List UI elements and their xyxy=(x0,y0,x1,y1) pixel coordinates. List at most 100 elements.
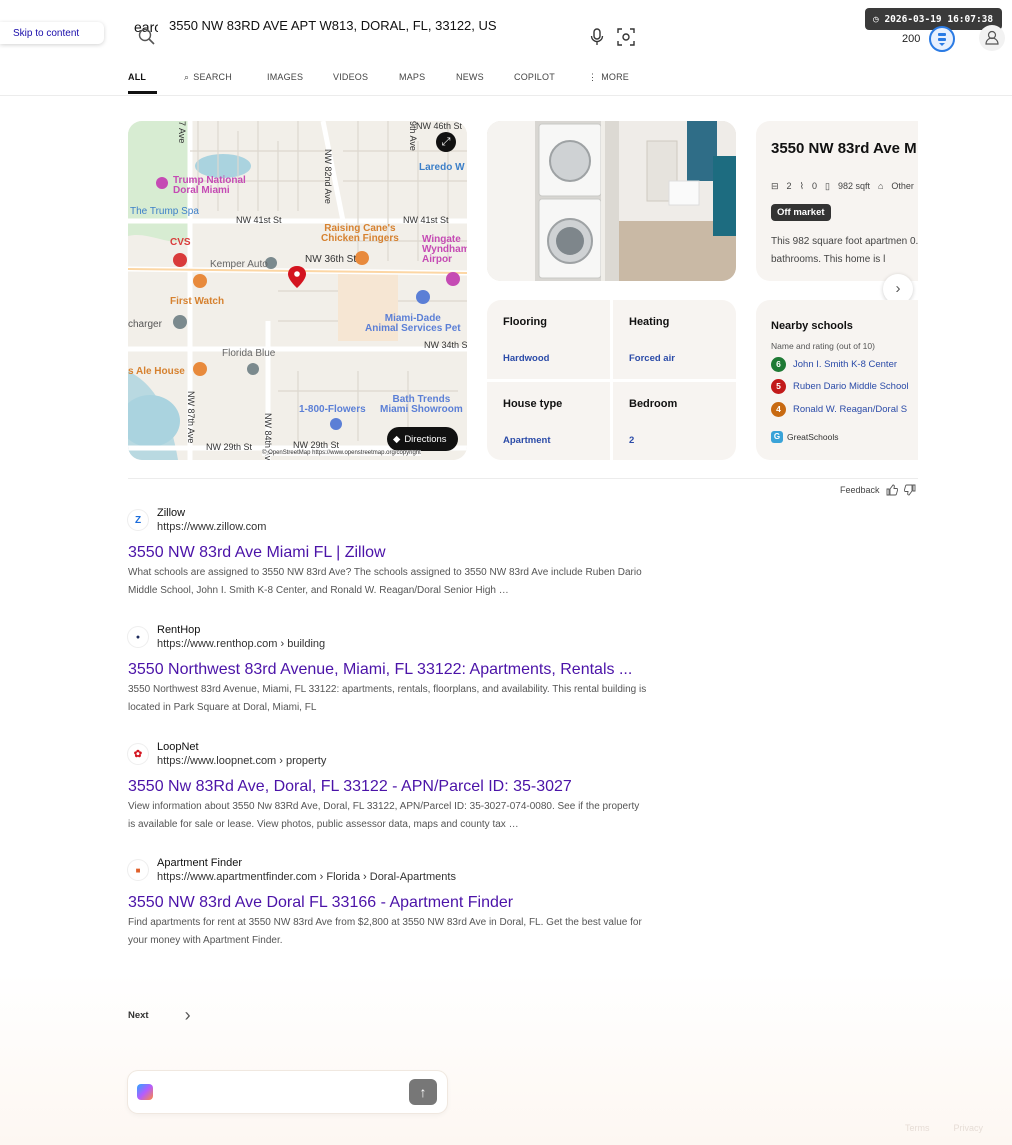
expand-map-icon[interactable]: ⤢ xyxy=(436,132,456,152)
map-poi[interactable]: First Watch xyxy=(170,296,224,307)
map-poi[interactable]: s Ale House xyxy=(128,366,185,377)
privacy-link[interactable]: Privacy xyxy=(954,1123,984,1133)
result-title-link[interactable]: 3550 NW 83rd Ave Doral FL 33166 - Apartm… xyxy=(128,893,648,913)
map-poi[interactable]: Raising Cane's Chicken Fingers xyxy=(321,224,399,244)
tab-videos[interactable]: VIDEOS xyxy=(333,72,399,94)
nearby-schools-card: Nearby schools Name and rating (out of 1… xyxy=(756,300,918,460)
map-poi[interactable]: CVS xyxy=(170,237,191,248)
result-snippet: 3550 Northwest 83rd Avenue, Miami, FL 33… xyxy=(128,684,647,713)
tab-more[interactable]: ⋮ MORE xyxy=(588,72,629,94)
map-copyright[interactable]: © OpenStreetMap https://www.openstreetma… xyxy=(262,450,421,456)
bath-icon: ⌇ xyxy=(799,181,804,191)
greatschools-logo-icon: G xyxy=(771,431,783,443)
rewards-icon[interactable] xyxy=(929,26,955,52)
property-meta: ⊟ 2 ⌇ 0 ▯ 982 sqft ⌂ Other xyxy=(771,181,914,192)
directions-icon: ◆ xyxy=(393,433,401,445)
result-title-link[interactable]: 3550 NW 83rd Ave Miami FL | Zillow xyxy=(128,543,648,563)
school-rating: 4 xyxy=(771,402,786,417)
map-poi[interactable]: Trump National Doral Miami xyxy=(173,176,246,196)
map-poi[interactable]: Kemper Auto xyxy=(210,259,268,270)
terms-link[interactable]: Terms xyxy=(905,1123,930,1133)
map-poi[interactable]: The Trump Spa xyxy=(130,206,199,217)
pagination-next[interactable]: Next › xyxy=(128,1005,191,1026)
result-source[interactable]: ● RentHop https://www.renthop.com › build… xyxy=(128,623,648,651)
map-poi[interactable]: Wingate Wyndham M Airpor xyxy=(422,235,467,265)
result-site-name: Zillow xyxy=(157,507,186,519)
copilot-icon[interactable] xyxy=(137,1084,153,1100)
zillow-icon: Z xyxy=(128,510,148,530)
search-result: ✿ LoopNet https://www.loopnet.com › prope… xyxy=(128,740,648,834)
home-icon: ⌂ xyxy=(877,181,884,191)
feedback-label[interactable]: Feedback xyxy=(840,485,880,495)
greatschools-attribution[interactable]: G GreatSchools xyxy=(771,431,839,443)
result-snippet: Find apartments for rent at 3550 NW 83rd… xyxy=(128,917,642,946)
property-info-card[interactable]: 3550 NW 83rd Ave M 33122 ⊟ 2 ⌇ 0 ▯ 982 sqft… xyxy=(756,121,918,281)
tab-search[interactable]: ⌕ SEARCH xyxy=(184,72,267,94)
skip-to-content-link[interactable]: Skip to content xyxy=(0,22,104,44)
school-item[interactable]: 6 John I. Smith K-8 Center xyxy=(771,357,897,372)
tab-label: NEWS xyxy=(456,72,484,82)
property-title: 3550 NW 83rd Ave M 33122 xyxy=(771,140,918,157)
send-button[interactable]: ↑ xyxy=(409,1079,437,1105)
school-item[interactable]: 5 Ruben Dario Middle School xyxy=(771,379,909,394)
map-street-label: NW 29th St xyxy=(293,440,340,450)
feedback-bar: Feedback xyxy=(840,484,916,496)
map-street-label: NW 36th St xyxy=(305,254,357,265)
result-source[interactable]: ✿ LoopNet https://www.loopnet.com › prope… xyxy=(128,740,648,768)
directions-button[interactable]: ◆ Directions xyxy=(387,427,458,451)
chevron-right-icon: › xyxy=(184,1005,191,1025)
result-site-name: Apartment Finder xyxy=(157,857,242,869)
school-name: Ronald W. Reagan/Doral S xyxy=(793,404,908,415)
map-card[interactable]: NW 46th St NW 41st St NW 41st St NW 36th… xyxy=(128,121,467,460)
map-poi[interactable]: Laredo W xyxy=(419,162,465,173)
map-poi[interactable]: Miami-Dade Animal Services Pet xyxy=(365,314,461,334)
map-poi[interactable]: Florida Blue xyxy=(222,348,275,359)
tab-maps[interactable]: MAPS xyxy=(399,72,456,94)
map-street-label: NW 87th Ave xyxy=(186,391,196,444)
visual-search-icon[interactable] xyxy=(617,28,635,46)
map-poi[interactable]: Bath Trends Miami Showroom xyxy=(380,395,463,415)
fact-heating: Heating Forced air xyxy=(613,300,736,379)
more-dots-icon: ⋮ xyxy=(588,72,598,82)
property-description: This 982 square foot apartmen 0.0 bathro… xyxy=(771,236,918,265)
search-input[interactable]: 3550 NW 83RD AVE APT W813, DORAL, FL, 33… xyxy=(169,18,497,33)
result-site-name: RentHop xyxy=(157,624,201,636)
tab-label: VIDEOS xyxy=(333,72,369,82)
property-photo[interactable] xyxy=(487,121,736,281)
microphone-icon[interactable] xyxy=(589,28,605,46)
search-icon[interactable] xyxy=(138,28,156,46)
map-poi[interactable]: 1-800-Flowers xyxy=(299,404,366,415)
property-facts-grid: Flooring Hardwood Heating Forced air House… xyxy=(487,300,736,460)
tab-label: IMAGES xyxy=(267,72,304,82)
tab-all[interactable]: ALL xyxy=(128,72,157,94)
fact-value: Forced air xyxy=(629,353,675,364)
tab-copilot[interactable]: COPILOT xyxy=(514,72,588,94)
thumbs-up-icon[interactable] xyxy=(886,484,898,496)
search-result: Z Zillow https://www.zillow.com 3550 NW 8… xyxy=(128,506,648,600)
copilot-chat-input[interactable] xyxy=(162,1074,439,1110)
thumbs-down-icon[interactable] xyxy=(903,484,916,496)
tab-label: MAPS xyxy=(399,72,426,82)
tab-news[interactable]: NEWS xyxy=(456,72,514,94)
school-item[interactable]: 4 Ronald W. Reagan/Doral S xyxy=(771,402,907,417)
profile-avatar[interactable] xyxy=(979,25,1005,51)
fact-value: Hardwood xyxy=(503,353,550,364)
laundry-room-image xyxy=(487,121,736,281)
rewards-points[interactable]: 200 xyxy=(902,33,920,45)
map-street-label: NW 41st St xyxy=(236,215,282,225)
tab-label: SEARCH xyxy=(193,72,232,82)
result-title-link[interactable]: 3550 Northwest 83rd Avenue, Miami, FL 33… xyxy=(128,660,648,680)
arrow-up-icon: ↑ xyxy=(419,1084,427,1100)
fact-value: Apartment xyxy=(503,434,551,446)
result-source[interactable]: ■ Apartment Finder https://www.apartmentf… xyxy=(128,856,648,884)
search-tab-icon: ⌕ xyxy=(184,72,190,82)
result-title-link[interactable]: 3550 Nw 83Rd Ave, Doral, FL 33122 - APN/… xyxy=(128,777,648,797)
tab-images[interactable]: IMAGES xyxy=(267,72,333,94)
result-source[interactable]: Z Zillow https://www.zillow.com xyxy=(128,506,648,534)
map-street-label: NW 46th St xyxy=(416,121,463,131)
map-poi[interactable]: charger xyxy=(128,319,162,330)
clock-icon: ◷ xyxy=(873,14,885,25)
search-tabs: ALL ⌕ SEARCH IMAGES VIDEOS MAPS NEWS COPI… xyxy=(128,72,629,94)
sqft-value: 982 sqft xyxy=(837,181,870,191)
loopnet-icon: ✿ xyxy=(128,744,148,764)
